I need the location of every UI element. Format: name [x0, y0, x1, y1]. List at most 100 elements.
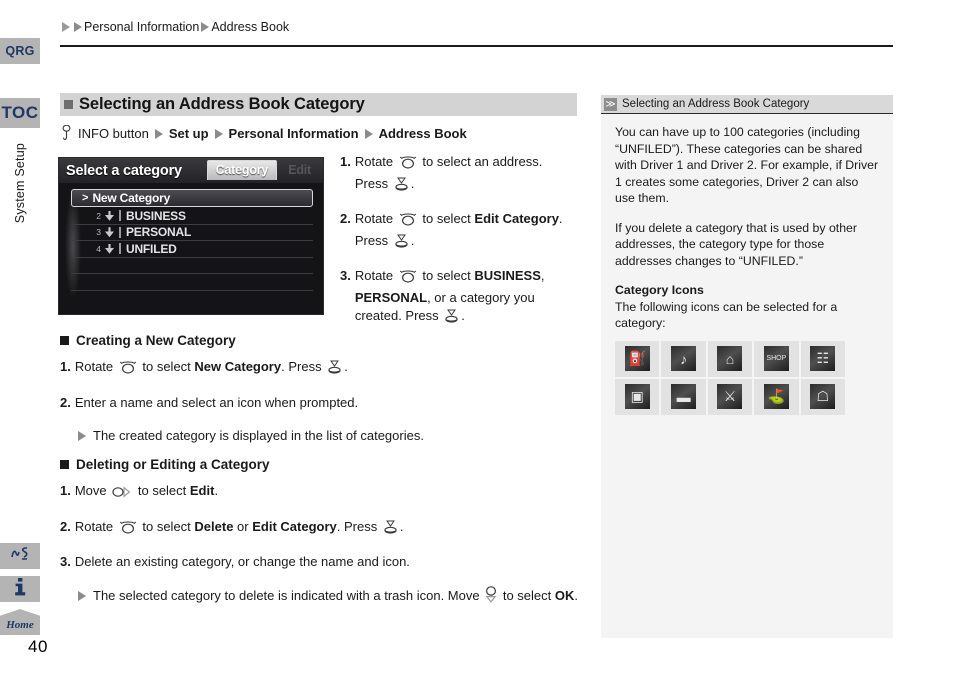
side-note-paragraph: If you delete a category that is used by…	[615, 220, 857, 268]
navigation-path: INFO button Set up Personal Information …	[60, 125, 467, 142]
side-note-header-text: Selecting an Address Book Category	[622, 98, 810, 110]
step-text: Rotate to select an address. Press .	[355, 153, 565, 196]
category-icon-cell[interactable]: ▣	[615, 378, 662, 417]
category-icon-cell[interactable]: ⛳	[754, 378, 801, 417]
chevron-right-icon	[78, 431, 86, 441]
nav-path-button-label: INFO button	[78, 126, 149, 141]
chevron-right-icon	[154, 128, 163, 139]
chevron-right-icon	[74, 22, 82, 32]
section-deleting-editing-category: Deleting or Editing a Category 1. Move to…	[60, 457, 580, 608]
step-text: Rotate to select Delete or Edit Category…	[75, 518, 404, 540]
screenshot-title: Select a category	[66, 162, 182, 179]
step-item: 3. Delete an existing category, or change…	[60, 553, 580, 572]
press-knob-icon	[394, 177, 409, 197]
breadcrumb-item-1[interactable]: Personal Information	[84, 20, 199, 34]
tab-qrg[interactable]: QRG	[0, 38, 40, 64]
section-heading-text: Deleting or Editing a Category	[76, 457, 270, 472]
manual-page: QRG TOC System Setup Home 40 Personal In…	[0, 0, 954, 674]
navigation-screenshot: Select a category Category Edit > New Cat…	[58, 157, 324, 315]
category-icon-cell[interactable]: ☖	[800, 378, 847, 417]
side-note-header: ≫ Selecting an Address Book Category	[601, 95, 893, 114]
screenshot-tabs: Category Edit	[206, 160, 319, 180]
bullet-square-icon	[60, 460, 69, 469]
tab-home[interactable]: Home	[0, 609, 40, 635]
information-icon	[14, 577, 26, 601]
category-icon-cell[interactable]: ⌂	[707, 340, 755, 379]
step-number: 1.	[60, 483, 71, 498]
section-creating-new-category: Creating a New Category 1. Rotate to sele…	[60, 333, 560, 445]
step-text: Rotate to select New Category. Press .	[75, 358, 348, 380]
camera-photo-icon: ▣	[624, 384, 650, 409]
category-icon-cell[interactable]: ♪	[661, 340, 708, 379]
move-down-icon	[485, 585, 497, 608]
step-number: 2.	[60, 394, 71, 410]
tab-toc[interactable]: TOC	[0, 98, 40, 128]
creating-note-text: The created category is displayed in the…	[93, 428, 424, 443]
screenshot-tab-edit[interactable]: Edit	[280, 160, 319, 180]
creating-steps-list: 1. Rotate to select New Category. Press .…	[60, 358, 560, 412]
list-item-divider	[119, 210, 121, 222]
step-number: 3.	[60, 554, 71, 569]
step-text: Move to select Edit.	[75, 482, 218, 504]
office-building-icon: ☷	[810, 346, 836, 371]
screenshot-list-item[interactable]: 2 BUSINESS	[71, 208, 313, 225]
golf-flag-icon: ⛳	[763, 384, 789, 409]
breadcrumb-item-2[interactable]: Address Book	[211, 20, 289, 34]
category-icon-cell[interactable]: ☷	[800, 340, 847, 379]
press-knob-icon	[444, 309, 459, 329]
chevron-right-icon	[62, 22, 70, 32]
fuel-pump-icon: ⛽	[624, 346, 650, 371]
step-item: 1. Rotate to select an address. Press .	[340, 153, 565, 196]
bullet-square-icon	[60, 336, 69, 345]
chevron-right-icon	[78, 590, 86, 601]
screenshot-list-item[interactable]: > New Category	[71, 189, 313, 207]
nav-path-item-personal-information[interactable]: Personal Information	[229, 126, 359, 141]
step-number: 1.	[340, 154, 351, 169]
list-item-label: UNFILED	[126, 241, 177, 256]
left-rail: QRG TOC System Setup Home 40	[0, 0, 47, 674]
tab-qrg-label: QRG	[5, 44, 35, 58]
step-item: 1. Move to select Edit.	[60, 482, 580, 504]
category-icon-cell[interactable]: ▬	[661, 378, 708, 417]
rotate-knob-icon	[119, 361, 137, 380]
screenshot-tab-category[interactable]: Category	[206, 160, 278, 180]
side-note-paragraph: You can have up to 100 categories (inclu…	[615, 125, 879, 205]
list-item-label: BUSINESS	[126, 208, 186, 223]
chevron-right-icon	[214, 128, 223, 139]
nav-path-item-setup[interactable]: Set up	[169, 126, 209, 141]
press-button-icon	[60, 125, 73, 142]
category-icon-cell[interactable]: SHOP	[754, 340, 801, 379]
step-number: 2.	[60, 518, 71, 534]
nav-path-item-address-book[interactable]: Address Book	[379, 126, 467, 141]
category-glyph-icon	[105, 210, 114, 221]
side-note-body: You can have up to 100 categories (inclu…	[601, 114, 893, 417]
step-item: 2. Enter a name and select an icon when p…	[60, 394, 560, 413]
screenshot-header: Select a category Category Edit	[59, 158, 323, 183]
deleting-note-text: The selected category to delete is indic…	[93, 585, 578, 608]
section-heading: Deleting or Editing a Category	[60, 457, 580, 472]
deleting-note: The selected category to delete is indic…	[76, 585, 580, 608]
header-divider	[60, 45, 893, 47]
tab-information[interactable]	[0, 576, 40, 602]
screenshot-list-item[interactable]: 3 PERSONAL	[71, 225, 313, 241]
screenshot-list-item[interactable]: 4 UNFILED	[71, 241, 313, 258]
category-icon-cell[interactable]: ⛽	[615, 340, 662, 379]
list-item-number: 2	[96, 210, 101, 221]
deleting-steps-list: 1. Move to select Edit. 2. Rotate to select…	[60, 482, 580, 572]
breadcrumb: Personal Information Address Book	[60, 20, 289, 34]
category-icon-cell[interactable]: ⚔	[707, 378, 755, 417]
list-item-label: PERSONAL	[126, 225, 192, 240]
step-item: 2. Rotate to select Edit Category. Press …	[340, 210, 565, 253]
move-right-icon	[112, 485, 132, 504]
list-item-divider	[119, 243, 121, 255]
step-item: 3. Rotate to select BUSINESS, PERSONAL, o…	[340, 267, 565, 329]
list-item-number: 4	[96, 243, 101, 254]
rotate-knob-icon	[399, 156, 417, 175]
double-chevron-icon: ≫	[604, 97, 617, 111]
tab-voice-command[interactable]	[0, 543, 40, 569]
bullet-square-icon	[64, 100, 73, 109]
side-note-panel: ≫ Selecting an Address Book Category You…	[601, 95, 893, 638]
page-number: 40	[28, 637, 48, 656]
press-knob-icon	[394, 234, 409, 254]
step-item: 1. Rotate to select New Category. Press .	[60, 358, 560, 380]
